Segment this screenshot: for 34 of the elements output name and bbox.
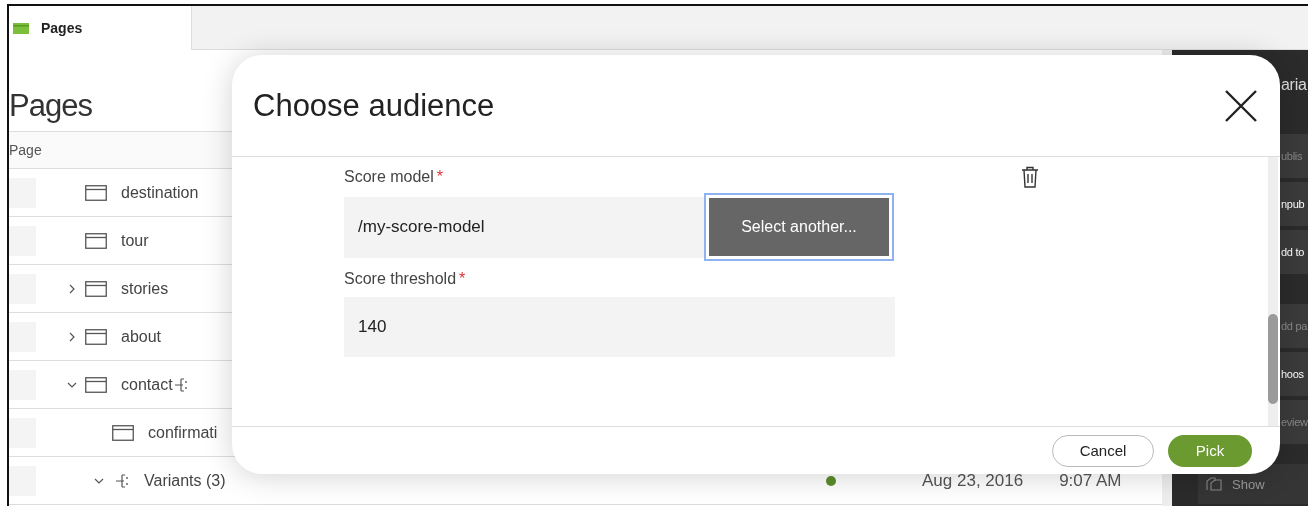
scrollbar[interactable] [1268,157,1278,426]
close-icon[interactable] [1224,88,1258,123]
required-mark: * [436,168,444,186]
page-icon [13,22,29,34]
dialog-title: Choose audience [253,87,495,124]
page-icon [112,424,134,441]
page-name[interactable]: stories [121,279,169,298]
page-icon [85,232,107,249]
time-text: 9:07 AM [1059,470,1122,491]
page-name[interactable]: tour [121,231,149,250]
panel-title: aria [1281,76,1307,95]
page-icon [85,328,107,345]
trash-icon[interactable] [1021,166,1039,188]
required-mark: * [459,270,466,288]
field-label: Score model [344,168,434,186]
date-text: Aug 23, 2016 [922,470,1024,491]
pages-icon [1206,477,1222,491]
input-field[interactable]: 140 [344,297,895,357]
select-button[interactable]: Select another... [706,195,892,259]
page-name[interactable]: about [121,327,162,346]
input-field[interactable]: /my-score-model [344,196,706,258]
page-icon [85,184,107,201]
cancel-button[interactable]: Cancel [1052,434,1154,467]
column-header: Page [9,142,42,158]
page-name[interactable]: Variants (3) [144,471,226,490]
page-name[interactable]: destination [121,183,199,202]
field-label: Score threshold [344,270,457,288]
page-icon [85,376,107,393]
chevron-right-icon[interactable] [67,331,77,342]
page-icon [85,280,107,297]
page-name[interactable]: confirmati [148,423,218,442]
page-name[interactable]: contact [121,375,173,394]
variants-icon [116,472,128,489]
chevron-right-icon[interactable] [67,283,77,294]
